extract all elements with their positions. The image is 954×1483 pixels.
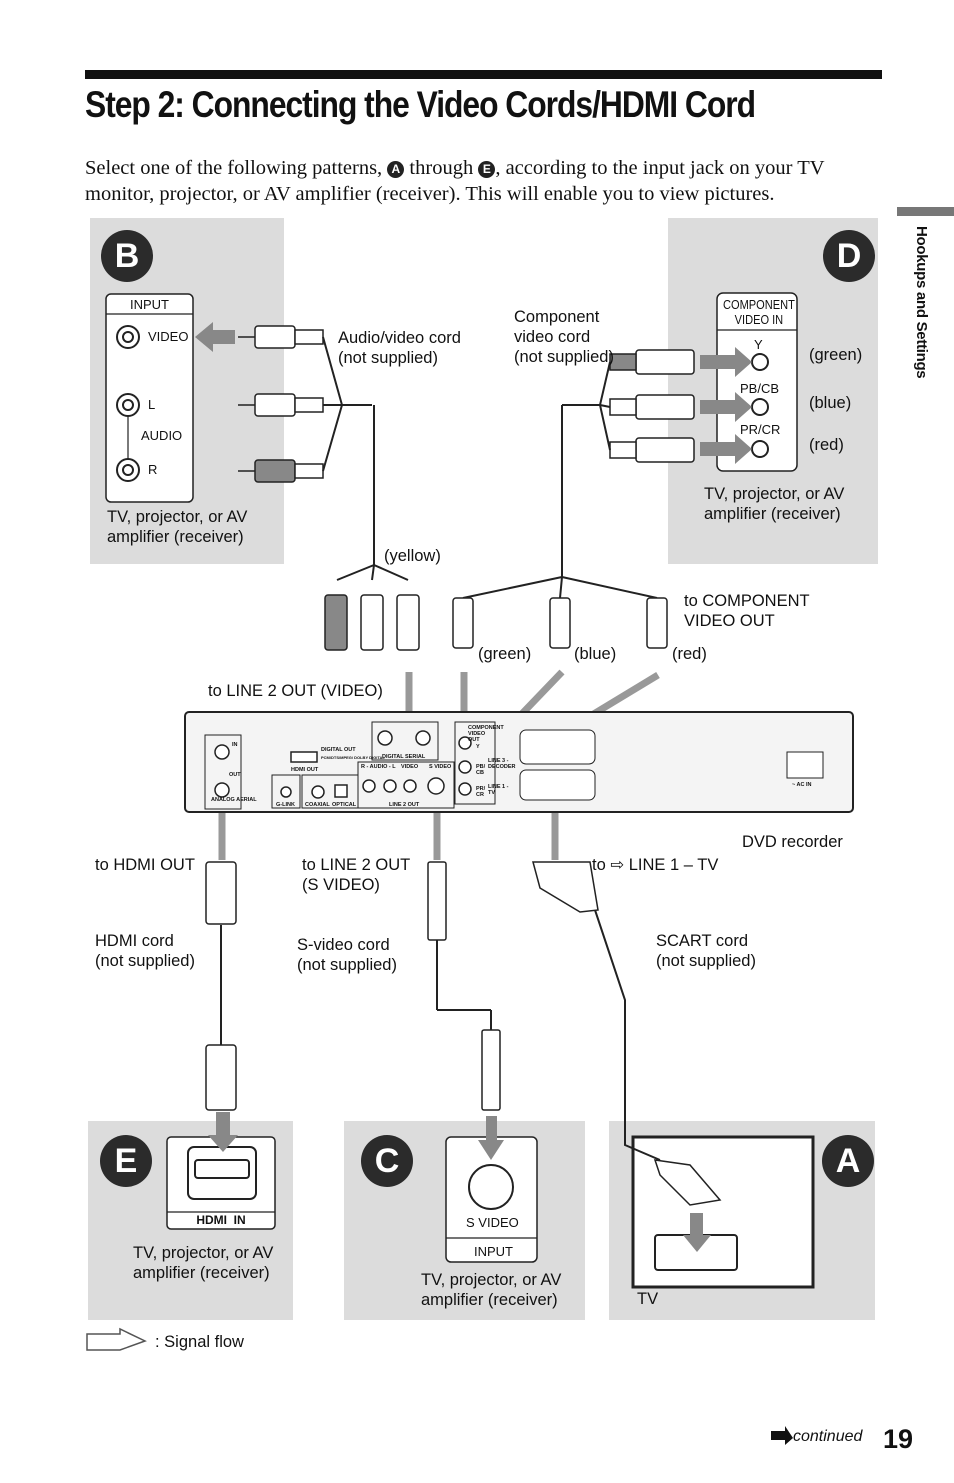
yellow-label: (yellow) — [384, 547, 441, 565]
badge-d: D — [823, 230, 875, 282]
audio-label: AUDIO — [141, 428, 183, 443]
badge-c: C — [361, 1135, 413, 1187]
audio-rl-label: R - AUDIO - L — [361, 764, 396, 770]
r-jack-label: R — [148, 462, 158, 477]
component-video-in-label: COMPONENT VIDEO IN — [723, 297, 795, 327]
pb-label: PB/CB — [740, 381, 780, 396]
signal-flow-legend-arrow — [86, 1327, 147, 1351]
red-label: (red) — [809, 436, 844, 454]
aerial-in-label: IN — [232, 742, 238, 748]
optical-label: OPTICAL — [332, 802, 357, 808]
coaxial-label: COAXIAL — [305, 802, 330, 808]
av-cord-label: Audio/video cord (not supplied) — [338, 329, 461, 367]
plug-green-label: (green) — [478, 645, 532, 663]
tv-label: TV — [637, 1290, 659, 1308]
badge-b: B — [101, 230, 153, 282]
dvd-recorder-label: DVD recorder — [742, 833, 843, 851]
hdmi-out-port-label: HDMI OUT — [291, 767, 319, 773]
s-video-jack-label: S VIDEO — [466, 1215, 519, 1230]
to-component-label: to COMPONENT VIDEO OUT — [684, 592, 810, 630]
badge-a: A — [822, 1135, 874, 1187]
digital-serial-label: DIGITAL SERIAL — [382, 754, 426, 760]
input-label: INPUT — [130, 297, 169, 312]
continued-label: continued — [793, 1428, 863, 1445]
analog-aerial-label: ANALOG AERIAL — [211, 797, 257, 803]
ac-in-label: ~ AC IN — [792, 782, 812, 788]
y-label: Y — [754, 337, 763, 352]
device-label: TV, projector, or AV amplifier (receiver… — [107, 508, 248, 546]
line1-tv-port-label: LINE 1 - TV — [488, 784, 509, 796]
hdmi-cord-label: HDMI cord (not supplied) — [95, 932, 195, 970]
plug-blue-label: (blue) — [574, 645, 617, 663]
line3-decoder-label: LINE 3 - DECODER — [488, 758, 516, 770]
digital-out-sub-label: PCM/DTS/MPEG/ DOLBY DIGITAL — [321, 755, 385, 760]
badge-e: E — [100, 1135, 152, 1187]
component-video-out-label: COMPONENT VIDEO OUT — [468, 725, 504, 743]
plug-red-label: (red) — [672, 645, 707, 663]
to-hdmi-out-label: to HDMI OUT — [95, 856, 195, 874]
scart-cord-label: SCART cord (not supplied) — [656, 932, 756, 970]
pr-label: PR/CR — [740, 422, 781, 437]
page-number: 19 — [883, 1424, 914, 1454]
dvd-recorder-rear-panel — [184, 711, 854, 813]
device-label: TV, projector, or AV amplifier (receiver… — [704, 485, 845, 523]
line2-out-label: LINE 2 OUT — [389, 802, 420, 808]
recorder-y-label: Y — [476, 744, 480, 750]
recorder-pr-label: PR/ CR — [476, 786, 486, 798]
input-label: INPUT — [474, 1244, 513, 1259]
rca-plugs-b — [238, 325, 324, 483]
l-jack-label: L — [148, 397, 156, 412]
recorder-pb-label: PB/ CB — [476, 764, 486, 776]
g-link-label: G-LINK — [276, 802, 295, 808]
to-line2-video-label: to LINE 2 OUT (VIDEO) — [208, 682, 383, 700]
to-line2-svideo-label: to LINE 2 OUT (S VIDEO) — [302, 856, 411, 894]
blue-label: (blue) — [809, 394, 852, 412]
s-video-port-label: S VIDEO — [429, 764, 452, 770]
device-label: TV, projector, or AV amplifier (receiver… — [133, 1244, 274, 1282]
svideo-cord-label: S-video cord (not supplied) — [297, 936, 397, 974]
device-label: TV, projector, or AV amplifier (receiver… — [421, 1271, 562, 1309]
video-port-label: VIDEO — [401, 764, 419, 770]
digital-out-label: DIGITAL OUT — [321, 747, 356, 753]
to-line1-tv-label: to ⇨ LINE 1 – TV — [592, 856, 719, 874]
component-cord-label: Component video cord (not supplied) — [514, 308, 614, 366]
continued-arrow-icon — [771, 1426, 793, 1445]
rca-plugs-d — [609, 349, 695, 463]
signal-flow-legend: : Signal flow — [155, 1333, 244, 1351]
video-jack-label: VIDEO — [148, 329, 189, 344]
hdmi-in-label: HDMI IN — [196, 1213, 246, 1227]
green-label: (green) — [809, 346, 863, 364]
aerial-out-label: OUT — [229, 772, 241, 778]
